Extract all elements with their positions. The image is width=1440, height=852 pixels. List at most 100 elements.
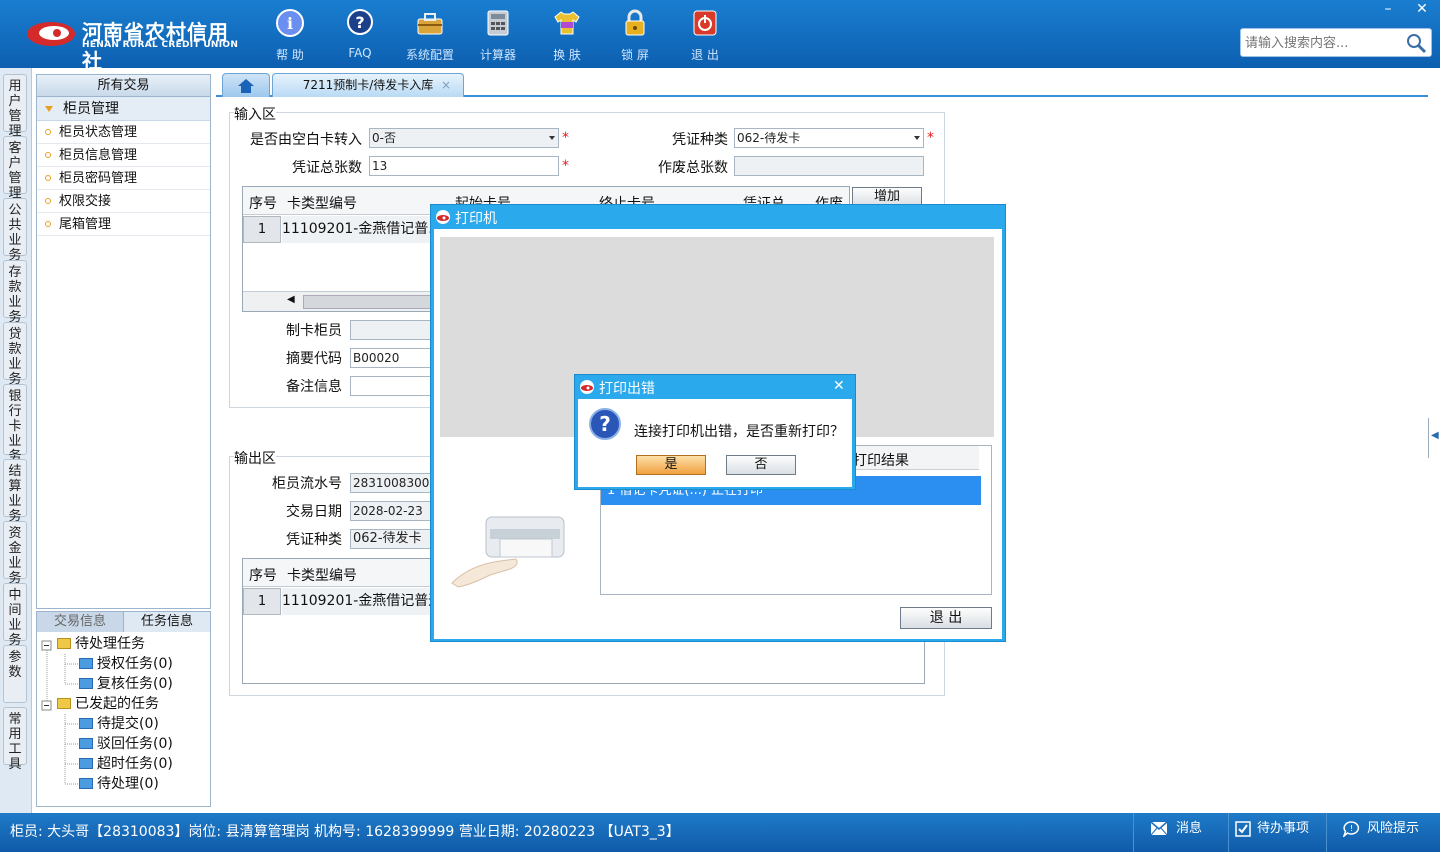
module-tab[interactable]: 结算业务 — [3, 459, 27, 524]
tree-node-pending[interactable]: 待处理任务 — [57, 634, 145, 654]
module-tab[interactable]: 中间业务 — [3, 583, 27, 648]
error-dialog-close-icon[interactable]: ✕ — [833, 378, 845, 394]
tree-node[interactable]: 复核任务(0) — [79, 674, 173, 694]
module-tab[interactable]: 参数 — [3, 645, 27, 703]
menu-item-label: 权限交接 — [59, 194, 112, 209]
list-icon — [79, 778, 93, 789]
module-tab[interactable]: 银行卡业务 — [3, 384, 27, 464]
module-tab[interactable]: 用户管理 — [3, 74, 27, 139]
tree-node[interactable]: 超时任务(0) — [79, 754, 173, 774]
menu-item[interactable]: 柜员状态管理 — [37, 121, 210, 144]
minimize-button[interactable]: – — [1372, 0, 1404, 18]
module-tab[interactable]: 常用工具 — [3, 707, 27, 772]
total-label: 凭证总张数 — [292, 160, 362, 176]
menu-item-label: 尾箱管理 — [59, 217, 112, 232]
remark-input[interactable] — [350, 376, 440, 396]
caret-down-icon — [45, 106, 53, 112]
menu-item-label: 柜员密码管理 — [59, 171, 138, 186]
menu-item[interactable]: 权限交接 — [37, 190, 210, 213]
maker-input[interactable] — [350, 320, 440, 340]
module-sidebar: 用户管理客户管理公共业务存款业务贷款业务银行卡业务结算业务资金业务中间业务参数常… — [0, 68, 32, 813]
shirt-icon — [554, 11, 580, 35]
toolbar-config-button[interactable]: 系统配置 — [395, 8, 465, 62]
toolbar-label: 计算器 — [479, 48, 516, 62]
svg-text:?: ? — [355, 13, 364, 32]
bullet-icon — [45, 221, 51, 227]
status-bar: 柜员: 大头哥【28310083】岗位: 县清算管理岗 机构号: 1628399… — [0, 813, 1440, 852]
app-logo-icon — [580, 380, 594, 394]
task-panel: 交易信息 任务信息 待处理任务 授权任务(0) 复核任务(0) 已发起的任务 待… — [36, 611, 211, 807]
menu-item[interactable]: 尾箱管理 — [37, 213, 210, 236]
result-header: 打印结果 — [853, 453, 909, 469]
tree-node[interactable]: 待处理(0) — [79, 774, 159, 794]
input-section-title: 输入区 — [234, 104, 276, 124]
dropdown-arrow-icon — [914, 136, 920, 140]
module-tab[interactable]: 贷款业务 — [3, 322, 27, 387]
module-tab[interactable]: 资金业务 — [3, 521, 27, 586]
serial-label: 柜员流水号 — [272, 476, 342, 492]
tree-node[interactable]: 授权任务(0) — [79, 654, 173, 674]
error-dialog-title: 打印出错 — [599, 381, 655, 397]
tree-node[interactable]: 驳回任务(0) — [79, 734, 173, 754]
menu-item[interactable]: 柜员信息管理 — [37, 144, 210, 167]
list-icon — [79, 738, 93, 749]
toolbar-calculator-button[interactable]: 计算器 — [463, 8, 533, 62]
module-tab[interactable]: 公共业务 — [3, 198, 27, 263]
window-close-button[interactable]: ✕ — [1406, 0, 1438, 18]
svg-text:!: ! — [1350, 824, 1353, 833]
tab-card-stock-in[interactable]: 7211预制卡/待发卡入库 × — [272, 73, 464, 97]
void-total-input[interactable] — [734, 156, 924, 176]
date-output: 2028-02-23 — [350, 501, 434, 521]
error-message: 连接打印机出错，是否重新打印？ — [634, 424, 844, 440]
tab-home[interactable] — [222, 73, 270, 97]
question-icon: ? — [589, 408, 621, 440]
scrollbar-thumb[interactable] — [303, 295, 443, 309]
voucher-type-select[interactable]: 062-待发卡 — [734, 128, 924, 148]
tree-node-initiated[interactable]: 已发起的任务 — [57, 694, 159, 714]
voucher-type-output-label: 凭证种类 — [286, 532, 342, 548]
no-button[interactable]: 否 — [726, 455, 796, 475]
toolbar-faq-button[interactable]: ? FAQ — [325, 8, 395, 62]
risk-button[interactable]: ! 风险提示 — [1326, 813, 1440, 852]
folder-icon — [57, 638, 71, 649]
svg-text:?: ? — [599, 412, 611, 436]
toolbar-help-button[interactable]: i 帮 助 — [255, 8, 325, 62]
printer-exit-button[interactable]: 退 出 — [900, 607, 992, 629]
tree-node[interactable]: 待提交(0) — [79, 714, 159, 734]
search-icon[interactable] — [1405, 32, 1427, 54]
toolbar-lock-button[interactable]: 锁 屏 — [600, 8, 670, 62]
grid-row-number: 1 — [243, 588, 281, 615]
menu-item[interactable]: 柜员密码管理 — [37, 167, 210, 190]
grid-cell-card-type[interactable]: 11109201-金燕借记普通 — [282, 588, 432, 615]
bullet-icon — [45, 129, 51, 135]
power-icon — [693, 10, 717, 36]
menu-group-teller[interactable]: 柜员管理 — [37, 97, 210, 121]
yes-button[interactable]: 是 — [636, 455, 706, 475]
menu-item-label: 柜员状态管理 — [59, 125, 138, 140]
collapse-handle[interactable]: ◀ — [1428, 418, 1439, 458]
date-label: 交易日期 — [286, 504, 342, 520]
module-tab[interactable]: 客户管理 — [3, 136, 27, 201]
bullet-icon — [45, 152, 51, 158]
total-input[interactable]: 13 — [369, 156, 559, 176]
toolbar-label: 退 出 — [691, 48, 719, 62]
grid-cell-card-type[interactable]: 11109201-金燕借记普... — [282, 216, 432, 243]
todo-button[interactable]: 待办事项 — [1228, 813, 1326, 852]
required-marker: * — [562, 130, 569, 146]
blank-card-select[interactable]: 0-否 — [369, 128, 559, 148]
messages-button[interactable]: 消息 — [1133, 813, 1228, 852]
list-icon — [79, 678, 93, 689]
chevron-left-icon: ◀ — [1431, 430, 1439, 441]
tab-task-info[interactable]: 任务信息 — [123, 612, 210, 632]
blank-card-label: 是否由空白卡转入 — [250, 132, 362, 148]
tab-transaction-info[interactable]: 交易信息 — [37, 612, 123, 632]
search-input[interactable] — [1245, 33, 1405, 53]
messages-label: 消息 — [1176, 821, 1203, 836]
tab-close-icon[interactable]: × — [441, 74, 451, 96]
module-tab[interactable]: 存款业务 — [3, 260, 27, 325]
toolbar-exit-button[interactable]: 退 出 — [670, 8, 740, 62]
toolbar-skin-button[interactable]: 换 肤 — [532, 8, 602, 62]
list-icon — [79, 718, 93, 729]
summary-input[interactable]: B00020 — [350, 348, 440, 368]
scroll-left-icon[interactable]: ◀ — [287, 294, 295, 305]
